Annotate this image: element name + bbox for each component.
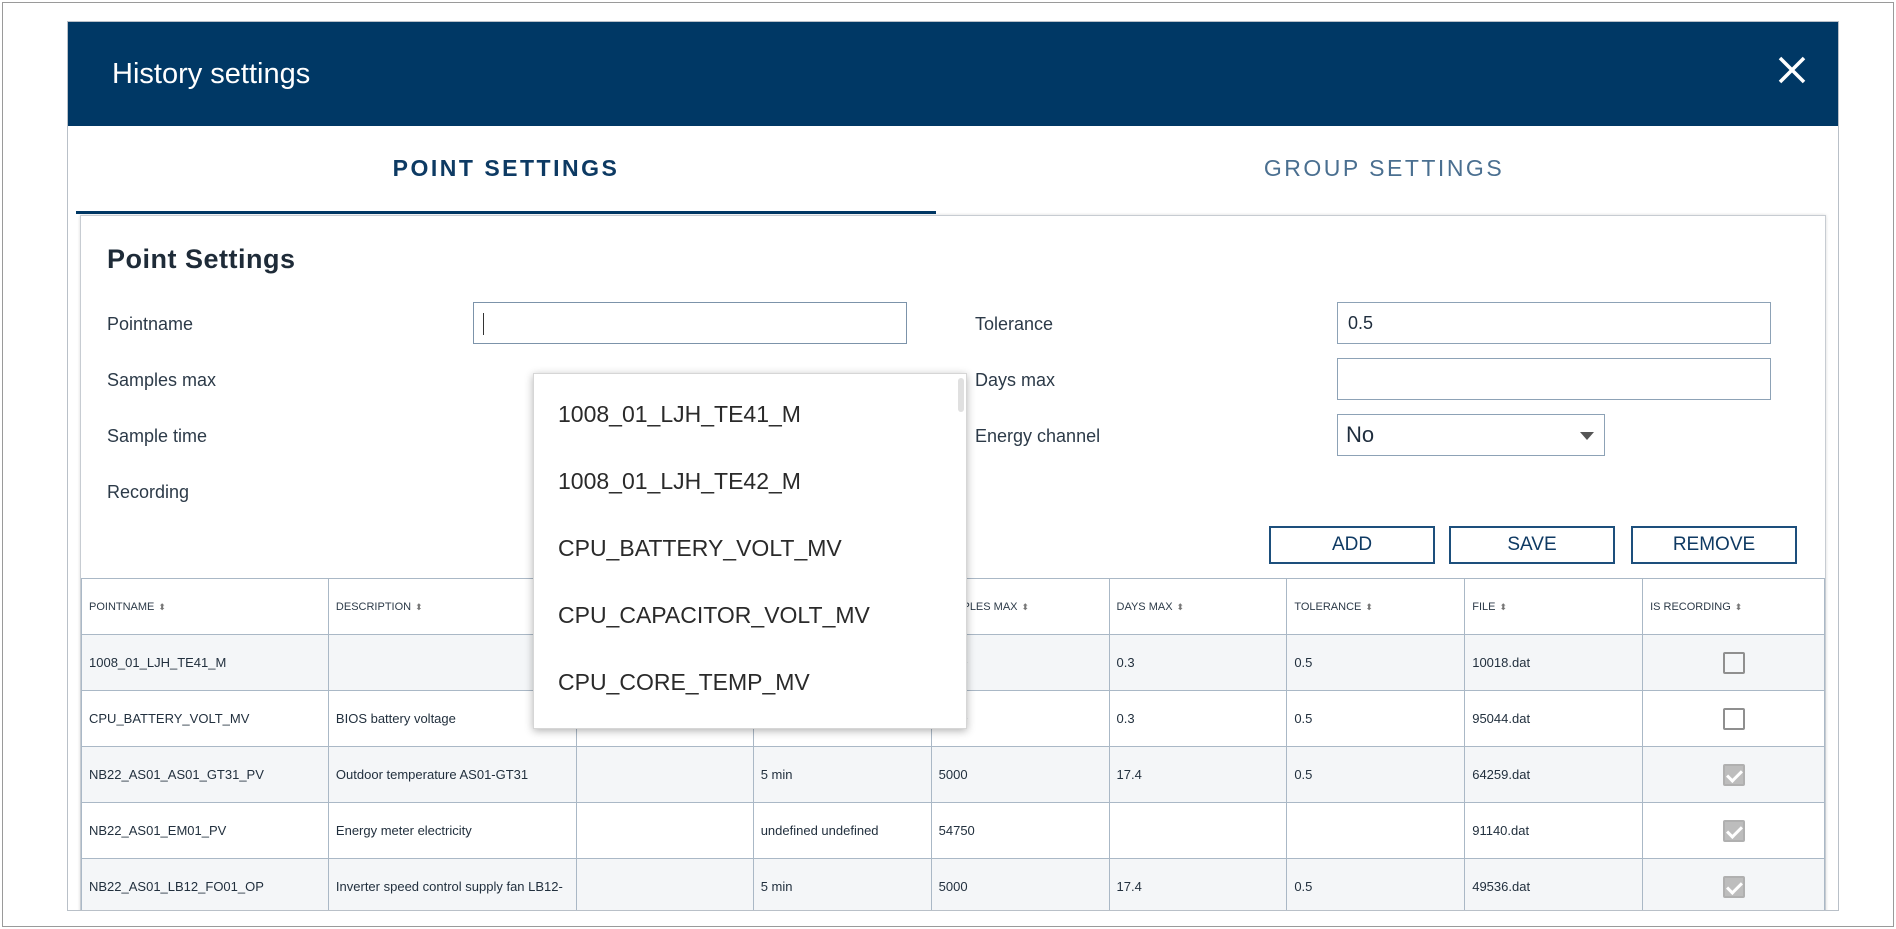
dialog-header: History settings [68, 22, 1838, 126]
tolerance-label: Tolerance [975, 314, 1054, 334]
sort-icon: ⬍ [1176, 601, 1185, 612]
cell-is-recording [1642, 746, 1825, 803]
cell-samples-max: 5000 [930, 858, 1110, 910]
column-header-label: TOLERANCE [1294, 600, 1362, 613]
cell-samples-max: 54750 [930, 802, 1110, 859]
column-header-pointname[interactable]: POINTNAME ⬍ [81, 578, 329, 635]
sort-icon: ⬍ [1734, 601, 1743, 612]
cell-pointname: CPU_BATTERY_VOLT_MV [81, 690, 329, 747]
cell-file: 95044.dat [1464, 690, 1644, 747]
cell-description: Outdoor temperature AS01-GT31 [327, 746, 577, 803]
cell-empty [575, 746, 754, 803]
cell-days-max: 0.3 [1108, 690, 1288, 747]
cell-days-max: 17.4 [1108, 746, 1288, 803]
cell-days-max: 0.3 [1108, 634, 1288, 691]
column-header-label: DAYS MAX [1116, 600, 1173, 613]
cell-file: 10018.dat [1464, 634, 1644, 691]
text-caret [483, 313, 484, 335]
dropdown-scrollbar[interactable] [958, 378, 964, 412]
sort-icon: ⬍ [1499, 601, 1507, 612]
cell-days-max [1108, 802, 1288, 859]
cell-samples-max: 5000 [930, 746, 1110, 803]
cell-sample-time: undefined undefined [752, 802, 932, 859]
autocomplete-option[interactable]: 1008_01_LJH_TE42_M [534, 449, 966, 516]
cell-days-max: 17.4 [1108, 858, 1288, 910]
tab-bar: POINT SETTINGS GROUP SETTINGS [76, 126, 1832, 214]
autocomplete-option[interactable]: 1008_01_LJH_TE41_M [534, 382, 966, 449]
column-header-tolerance[interactable]: TOLERANCE ⬍ [1286, 578, 1466, 635]
cell-pointname: NB22_AS01_EM01_PV [81, 802, 329, 859]
energy-channel-value: No [1346, 422, 1375, 447]
cell-file: 91140.dat [1464, 802, 1644, 859]
column-header-label: FILE [1472, 600, 1496, 613]
recording-label: Recording [107, 482, 190, 502]
cell-tolerance: 0.5 [1286, 858, 1466, 910]
cell-is-recording [1642, 634, 1825, 691]
cell-description: Inverter speed control supply fan LB12- [327, 858, 577, 910]
recording-checkbox[interactable] [1722, 819, 1745, 842]
recording-checkbox[interactable] [1722, 763, 1745, 786]
screenshot-frame: History settings POINT SETTINGS GROUP SE… [2, 2, 1894, 927]
autocomplete-option[interactable]: CPU_BATTERY_VOLT_MV [534, 516, 966, 583]
recording-checkbox[interactable] [1722, 875, 1745, 898]
cell-tolerance [1286, 802, 1466, 859]
tab-group-settings[interactable]: GROUP SETTINGS [936, 126, 1832, 214]
autocomplete-option[interactable]: CPU_CAPACITOR_VOLT_MV [534, 583, 966, 650]
sort-icon: ⬍ [158, 601, 166, 612]
sort-icon: ⬍ [1365, 601, 1373, 612]
sample-time-label: Sample time [107, 426, 208, 446]
sort-icon: ⬍ [415, 601, 423, 612]
cell-is-recording [1642, 858, 1825, 910]
cell-pointname: 1008_01_LJH_TE41_M [81, 634, 329, 691]
tolerance-input[interactable]: 0.5 [1337, 302, 1771, 344]
remove-button[interactable]: REMOVE [1631, 526, 1797, 564]
pointname-label: Pointname [107, 314, 194, 334]
cell-file: 64259.dat [1464, 746, 1644, 803]
cell-pointname: NB22_AS01_LB12_FO01_OP [81, 858, 329, 910]
pointname-input[interactable] [473, 302, 907, 344]
energy-channel-label: Energy channel [975, 426, 1101, 446]
chevron-down-icon [1580, 432, 1594, 440]
column-header-label: DESCRIPTION [335, 600, 412, 613]
dialog-title: History settings [112, 58, 311, 90]
days-max-label: Days max [975, 370, 1056, 390]
days-max-input[interactable] [1337, 358, 1771, 400]
column-header-label: IS RECORDING [1650, 600, 1731, 613]
recording-checkbox[interactable] [1722, 651, 1745, 674]
column-header-file[interactable]: FILE ⬍ [1464, 578, 1644, 635]
tab-point-settings[interactable]: POINT SETTINGS [76, 126, 936, 214]
cell-empty [575, 802, 754, 859]
table-row[interactable]: NB22_AS01_AS01_GT31_PV Outdoor temperatu… [81, 746, 1825, 803]
cell-tolerance: 0.5 [1286, 634, 1466, 691]
cell-is-recording [1642, 802, 1825, 859]
cell-is-recording [1642, 690, 1825, 747]
save-button[interactable]: SAVE [1449, 526, 1615, 564]
cell-description: Energy meter electricity [327, 802, 577, 859]
panel-title: Point Settings [107, 244, 296, 274]
column-header-label: POINTNAME [89, 600, 155, 613]
table-row[interactable]: NB22_AS01_LB12_FO01_OP Inverter speed co… [81, 858, 1825, 910]
column-header-is-recording[interactable]: IS RECORDING ⬍ [1642, 578, 1825, 635]
autocomplete-option[interactable]: CPU_CORE_TEMP_MV [534, 650, 966, 717]
cell-empty [575, 858, 754, 910]
table-row[interactable]: NB22_AS01_EM01_PV Energy meter electrici… [81, 802, 1825, 859]
pointname-autocomplete-list: 1008_01_LJH_TE41_M 1008_01_LJH_TE42_M CP… [533, 373, 967, 729]
sort-icon: ⬍ [1021, 601, 1030, 612]
cell-sample-time: 5 min [752, 858, 932, 910]
energy-channel-select[interactable]: No [1337, 414, 1605, 456]
add-button[interactable]: ADD [1269, 526, 1435, 564]
cell-tolerance: 0.5 [1286, 690, 1466, 747]
samples-max-label: Samples max [107, 370, 217, 390]
cell-pointname: NB22_AS01_AS01_GT31_PV [81, 746, 329, 803]
cell-tolerance: 0.5 [1286, 746, 1466, 803]
cell-file: 49536.dat [1464, 858, 1644, 910]
recording-checkbox[interactable] [1722, 707, 1745, 730]
cell-sample-time: 5 min [752, 746, 932, 803]
close-icon[interactable] [1774, 52, 1810, 88]
history-settings-dialog: History settings POINT SETTINGS GROUP SE… [67, 21, 1839, 911]
column-header-days-max[interactable]: DAYS MAX ⬍ [1108, 578, 1288, 635]
